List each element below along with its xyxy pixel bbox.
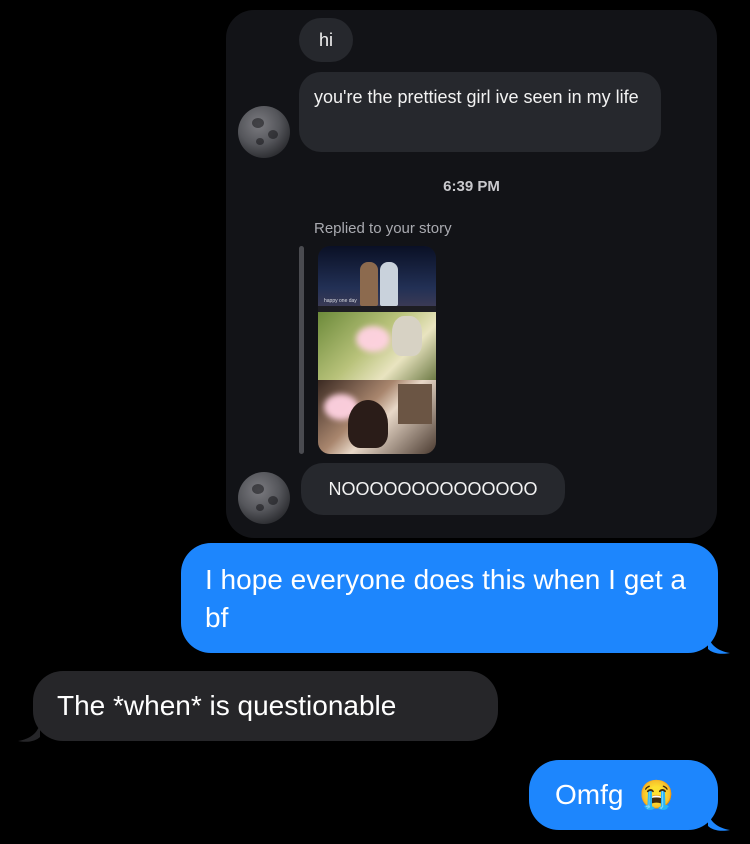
moon-icon [238, 472, 290, 524]
sent-message-text: I hope everyone does this when I get a b… [205, 564, 686, 633]
story-photo-city-night: happy one day [318, 246, 436, 306]
received-message-text: The *when* is questionable [57, 690, 397, 721]
ig-message-hi-text: hi [318, 30, 333, 50]
reply-quote-bar [299, 246, 304, 454]
loudly-crying-face-icon: 😭 [639, 779, 675, 810]
sent-message-bubble-omfg[interactable]: Omfg 😭 [529, 760, 718, 830]
ig-message-compliment: you're the prettiest girl ive seen in my… [299, 72, 661, 152]
ig-message-reply-text: NOOOOOOOOOOOOOO [328, 479, 538, 499]
sent-bubble-tail [708, 812, 730, 831]
story-photo-selfie [318, 380, 436, 454]
story-thumbnail[interactable]: happy one day [318, 246, 436, 454]
sent-message-omfg-text: Omfg [555, 779, 624, 810]
ig-message-reply: NOOOOOOOOOOOOOO [301, 463, 565, 515]
embedded-instagram-screenshot[interactable]: hi you're the prettiest girl ive seen in… [226, 10, 717, 538]
received-message-bubble[interactable]: The *when* is questionable [33, 671, 498, 741]
sent-message-bubble[interactable]: I hope everyone does this when I get a b… [181, 543, 718, 653]
ig-message-compliment-text: you're the prettiest girl ive seen in my… [314, 87, 639, 107]
story-photo-flowers [318, 312, 436, 380]
ig-timestamp: 6:39 PM [443, 178, 500, 195]
received-bubble-tail [18, 723, 40, 742]
moon-icon [238, 106, 290, 158]
ig-message-hi: hi [299, 18, 353, 62]
replied-to-story-label: Replied to your story [314, 220, 452, 237]
sent-bubble-tail [708, 635, 730, 654]
